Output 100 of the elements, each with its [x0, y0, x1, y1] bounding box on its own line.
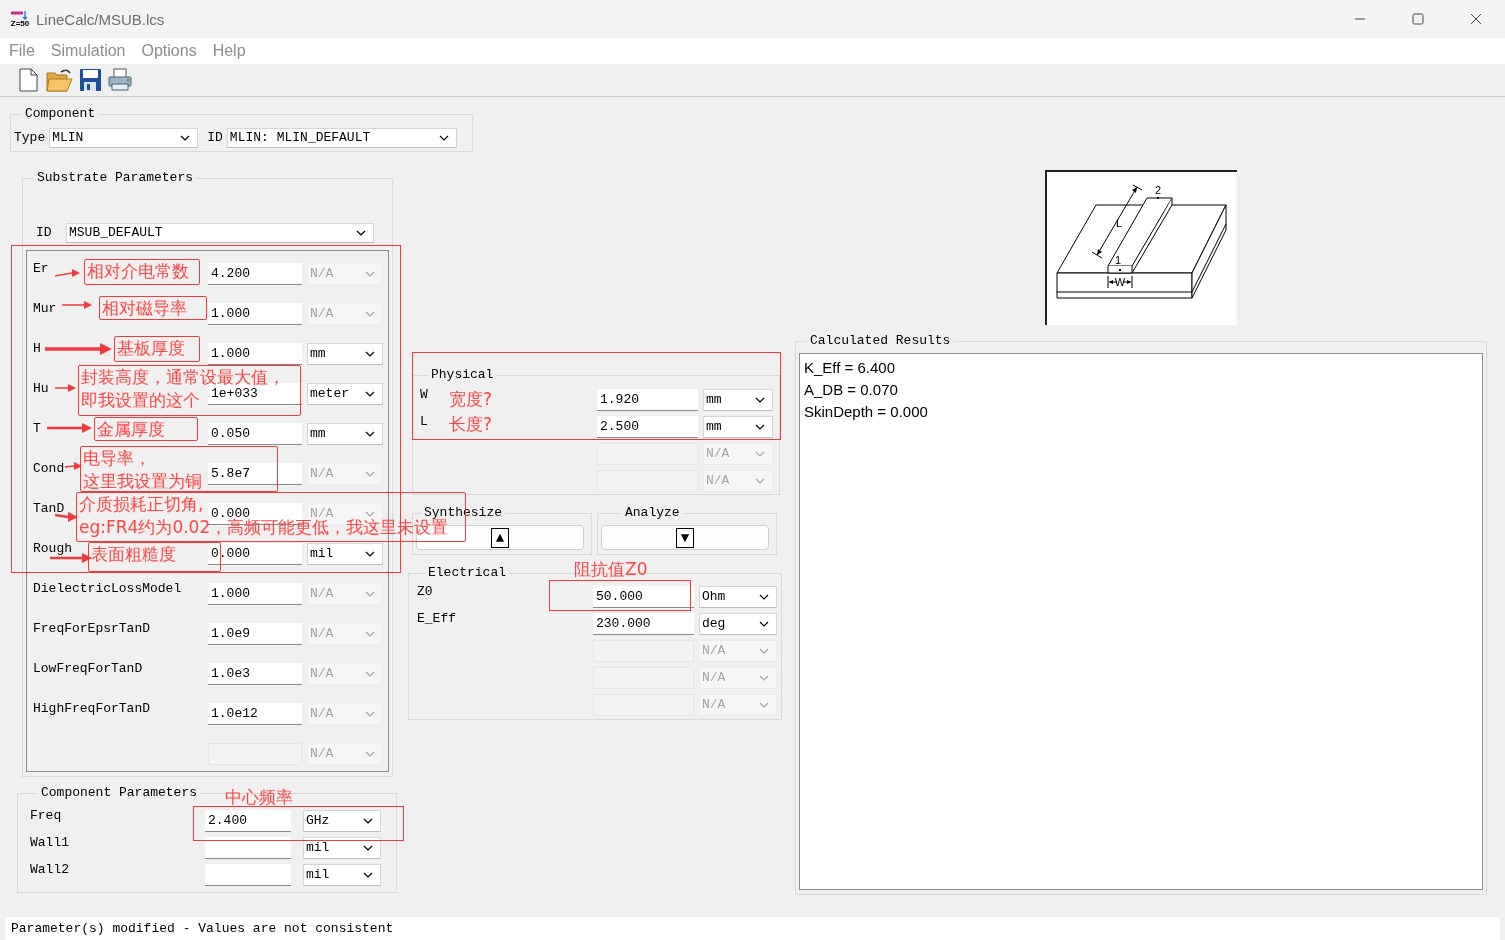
field-label: L: [420, 414, 428, 429]
text-field[interactable]: 1.0e9: [208, 623, 302, 645]
status-bar: Parameter(s) modified - Values are not consistent: [5, 917, 1500, 940]
dropdown[interactable]: mm: [307, 343, 383, 365]
chevron-icon: [365, 591, 375, 597]
folder-icon[interactable]: [45, 67, 73, 93]
dropdown[interactable]: mil: [307, 543, 383, 565]
dropdown[interactable]: MLIN: [49, 128, 199, 148]
dropdown[interactable]: mm: [307, 423, 383, 445]
text-field[interactable]: 50.000: [593, 586, 694, 608]
dropdown[interactable]: deg: [699, 613, 777, 635]
maximize-icon: [1412, 13, 1424, 25]
chevron-icon: [365, 311, 375, 317]
chevron-icon: [755, 451, 765, 457]
printer-icon[interactable]: [107, 67, 133, 93]
chevron-icon: [759, 648, 769, 654]
dropdown[interactable]: mil: [303, 864, 381, 886]
chevron-icon: [363, 845, 373, 851]
chevron-icon: [755, 424, 765, 430]
chevron-icon: [759, 675, 769, 681]
text-field[interactable]: 2.500: [597, 416, 698, 438]
field-label: Hu: [33, 381, 49, 396]
menu-item[interactable]: Options: [136, 42, 202, 60]
field-label: Type: [14, 129, 46, 147]
field-label: FreqForEpsrTanD: [33, 621, 151, 636]
chevron-icon: [365, 671, 375, 677]
text-field[interactable]: [205, 864, 291, 886]
result-line: A_DB = 0.070: [804, 380, 899, 400]
save-icon[interactable]: [78, 67, 102, 93]
group-title: Calculated Results: [809, 333, 952, 349]
text-field[interactable]: 230.000: [593, 613, 694, 635]
group-title: Analyze: [624, 505, 681, 521]
diagram-label: W: [1114, 276, 1126, 288]
field-label: Er: [33, 261, 49, 276]
chevron-icon: [755, 478, 765, 484]
field-label: TanD: [33, 501, 65, 516]
text-field[interactable]: 1.000: [208, 343, 302, 365]
dropdown[interactable]: meter: [307, 383, 383, 405]
text-field[interactable]: 1.920: [597, 389, 698, 411]
field-label: DielectricLossModel: [33, 581, 182, 596]
chevron-icon: [755, 397, 765, 403]
dropdown[interactable]: MLIN: MLIN_DEFAULT: [226, 128, 457, 148]
annotation-note: 中心频率: [224, 786, 294, 809]
text-field[interactable]: 5.8e7: [208, 463, 302, 485]
annotation-note: 相对磁导率: [99, 296, 207, 320]
text-field[interactable]: 1.000: [208, 583, 302, 605]
group-title: Substrate Parameters: [36, 170, 195, 186]
dropdown[interactable]: mm: [703, 416, 773, 438]
chevron-icon: [365, 711, 375, 717]
group-title: Physical: [430, 367, 495, 383]
chevron-icon: [180, 135, 191, 141]
analyze-button[interactable]: ▼: [601, 525, 769, 550]
dropdown[interactable]: GHz: [303, 810, 381, 832]
field-label: Mur: [33, 301, 57, 316]
chevron-icon: [365, 751, 375, 757]
diagram-label: L: [1115, 217, 1123, 229]
field-label: ID: [35, 224, 53, 242]
text-field[interactable]: [205, 837, 291, 859]
annotation-note: 金属厚度: [94, 417, 198, 441]
text-field[interactable]: 0.050: [208, 423, 302, 445]
diagram-label: 1: [1114, 254, 1122, 266]
field-label: H: [33, 341, 41, 356]
chevron-icon: [759, 594, 769, 600]
chevron-icon: [365, 431, 375, 437]
dropdown[interactable]: mm: [703, 389, 773, 411]
diagram-label: 2: [1154, 184, 1162, 196]
chevron-icon: [759, 702, 769, 708]
chevron-icon: [365, 631, 375, 637]
new-file-icon[interactable]: [16, 67, 40, 93]
chevron-icon: [365, 271, 375, 277]
annotation-note: 宽度?: [448, 388, 494, 411]
result-line: SkinDepth = 0.000: [804, 402, 929, 422]
field-label: LowFreqForTanD: [33, 661, 143, 676]
chevron-icon: [365, 351, 375, 357]
chevron-icon: [365, 391, 375, 397]
dropdown[interactable]: Ohm: [699, 586, 777, 608]
field-label: T: [33, 421, 41, 436]
chevron-icon: [365, 511, 375, 517]
text-field[interactable]: 4.200: [208, 263, 302, 285]
annotation-note: 阻抗值Z0: [573, 558, 649, 581]
group-title: Component Parameters: [40, 785, 199, 801]
field-label: Rough: [33, 541, 72, 556]
group-title: Electrical: [427, 565, 507, 581]
text-field[interactable]: 1.0e3: [208, 663, 302, 685]
chevron-icon: [438, 135, 449, 141]
field-label: Freq: [30, 808, 62, 823]
field-label: W: [420, 387, 428, 402]
dropdown[interactable]: MSUB_DEFAULT: [66, 223, 374, 243]
dropdown[interactable]: mil: [303, 837, 381, 859]
text-field[interactable]: 2.400: [205, 810, 291, 832]
field-label: HighFreqForTanD: [33, 701, 151, 716]
field-label: Z0: [417, 584, 433, 599]
text-field[interactable]: 1.000: [208, 303, 302, 325]
chevron-icon: [363, 872, 373, 878]
chevron-icon: [356, 230, 366, 236]
window-title: LineCalc/MSUB.lcs: [36, 10, 165, 28]
result-line: K_Eff = 6.400: [804, 358, 897, 378]
chevron-icon: [363, 818, 373, 824]
text-field[interactable]: 1.0e12: [208, 703, 302, 725]
chevron-icon: [365, 551, 375, 557]
